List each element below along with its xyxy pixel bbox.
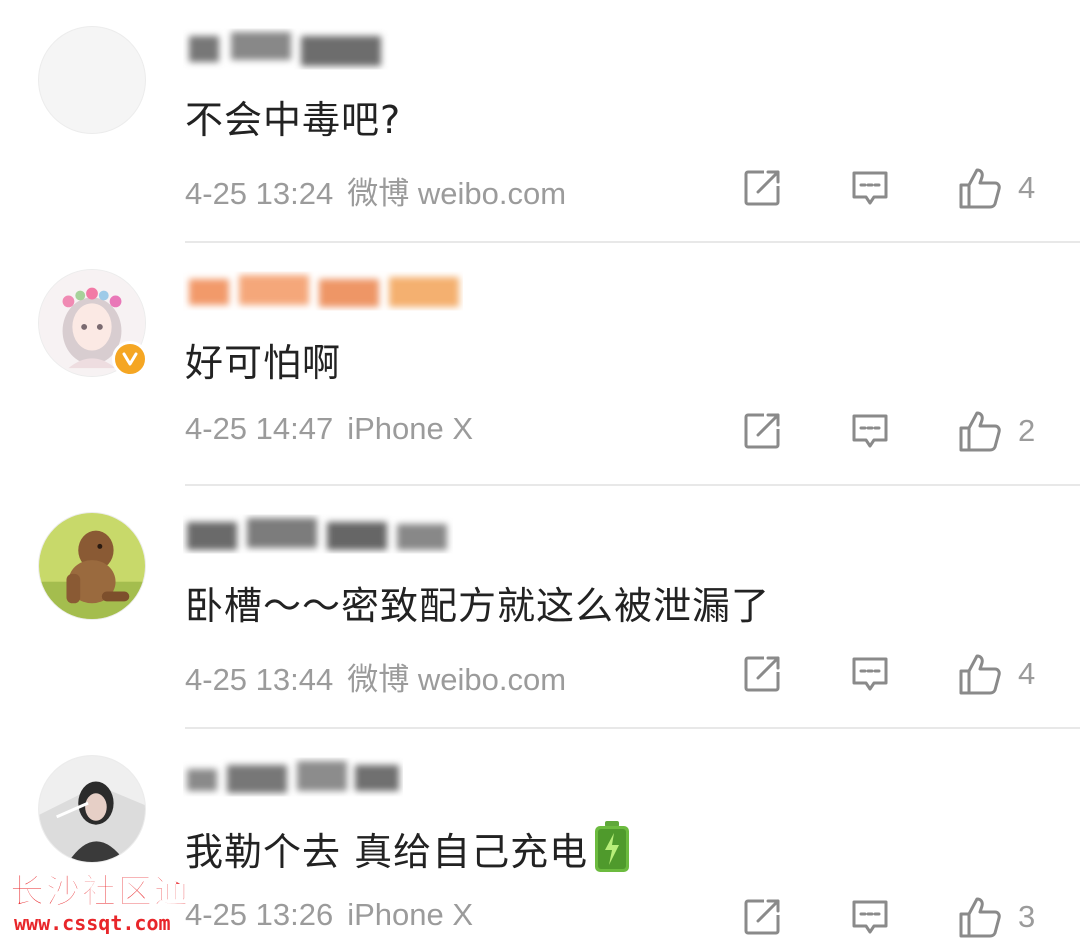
avatar-girl-photo[interactable]	[38, 755, 146, 863]
comment-actions: 4	[740, 652, 1060, 696]
comment-date: 4-25 14:47	[185, 411, 334, 446]
comment-text: 卧槽～～密致配方就这么被泄漏了	[185, 584, 771, 628]
share-icon	[742, 411, 782, 451]
reply-button[interactable]	[850, 166, 890, 210]
comment-icon	[850, 897, 890, 937]
like-count: 2	[1018, 413, 1036, 448]
comment-meta: 4-25 13:44 微博 weibo.com	[185, 654, 566, 699]
comment-source: iPhone X	[347, 411, 474, 446]
comment-source: 微博 weibo.com	[347, 662, 567, 697]
username-blurred[interactable]	[183, 265, 463, 317]
comment-item: 不会中毒吧? 4-25 13:24 微博 weibo.com 4	[0, 0, 1080, 243]
reply-button[interactable]	[850, 652, 890, 696]
comment-text: 好可怕啊	[185, 341, 342, 385]
share-icon	[742, 897, 782, 937]
username-blurred[interactable]	[183, 508, 453, 560]
share-icon	[742, 654, 782, 694]
watermark-url: www.cssqt.com	[14, 911, 171, 935]
like-count: 4	[1018, 170, 1036, 205]
watermark-title: 长沙社区通	[10, 872, 190, 913]
like-button[interactable]: 4	[958, 652, 1035, 696]
comment-icon	[850, 654, 890, 694]
comment-date: 4-25 13:24	[185, 176, 334, 211]
share-button[interactable]	[742, 166, 782, 210]
username-blurred[interactable]	[183, 22, 393, 74]
comment-source: iPhone X	[347, 897, 474, 932]
like-count: 4	[1018, 656, 1036, 691]
comment-item: 卧槽～～密致配方就这么被泄漏了 4-25 13:44 微博 weibo.com 4	[0, 486, 1080, 729]
thumbs-up-icon	[958, 166, 1002, 210]
like-button[interactable]: 3	[958, 895, 1035, 939]
thumbs-up-icon	[958, 409, 1002, 453]
avatar-blank[interactable]	[38, 26, 146, 134]
avatar-caveman[interactable]	[38, 512, 146, 620]
comment-text: 不会中毒吧?	[185, 98, 402, 142]
comment-actions: 4	[740, 166, 1060, 210]
comment-actions: 3	[740, 895, 1060, 939]
like-button[interactable]: 2	[958, 409, 1035, 453]
comment-date: 4-25 13:44	[185, 662, 334, 697]
thumbs-up-icon	[958, 895, 1002, 939]
thumbs-up-icon	[958, 652, 1002, 696]
reply-button[interactable]	[850, 895, 890, 939]
watermark: 长沙社区通 www.cssqt.com	[10, 872, 220, 942]
comment-icon	[850, 168, 890, 208]
comment-source: 微博 weibo.com	[347, 176, 567, 211]
comment-meta: 4-25 14:47 iPhone X	[185, 411, 473, 447]
reply-button[interactable]	[850, 409, 890, 453]
comment-icon	[850, 411, 890, 451]
battery-charging-icon	[594, 821, 630, 888]
comment-actions: 2	[740, 409, 1060, 453]
like-count: 3	[1018, 899, 1036, 934]
comment-item: 好可怕啊 4-25 14:47 iPhone X 2	[0, 243, 1080, 486]
share-button[interactable]	[742, 652, 782, 696]
comment-text: 我勒个去 真给自己充电	[185, 821, 630, 888]
comment-meta: 4-25 13:24 微博 weibo.com	[185, 168, 566, 213]
comment-meta: 4-25 13:26 iPhone X	[185, 897, 473, 933]
like-button[interactable]: 4	[958, 166, 1035, 210]
username-blurred[interactable]	[183, 751, 403, 803]
share-button[interactable]	[742, 895, 782, 939]
share-icon	[742, 168, 782, 208]
verified-badge-icon	[112, 341, 148, 377]
share-button[interactable]	[742, 409, 782, 453]
